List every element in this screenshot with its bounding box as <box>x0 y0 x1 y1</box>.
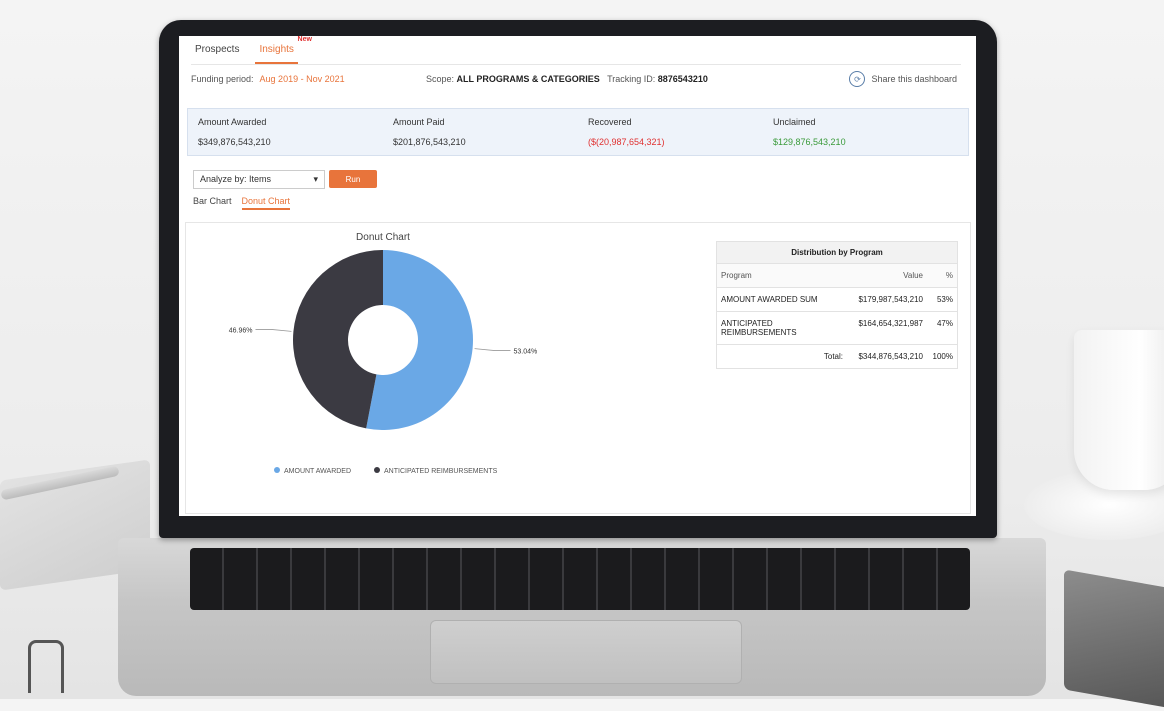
distribution-table: Distribution by Program Program Value % … <box>716 241 958 369</box>
table-cell: $179,987,543,210 <box>858 295 923 304</box>
chart-title: Donut Chart <box>356 232 410 243</box>
table-row: ANTICIPATED REIMBURSEMENTS $164,654,321,… <box>716 312 958 345</box>
summary-unclaimed: Unclaimed $129,876,543,210 <box>773 117 846 147</box>
scope-group: Scope: ALL PROGRAMS & CATEGORIES Trackin… <box>426 74 708 84</box>
data-label: 46.96% <box>229 327 253 334</box>
table-cell: ANTICIPATED REIMBURSEMENTS <box>721 319 797 337</box>
chevron-down-icon: ▾ <box>313 174 318 184</box>
table-cell: 100% <box>932 352 953 361</box>
tab-insights-label: Insights <box>259 44 294 55</box>
keyboard <box>190 548 970 610</box>
donut-slice[interactable] <box>293 250 383 429</box>
subtab-bar-chart[interactable]: Bar Chart <box>193 196 232 210</box>
table-cell: 47% <box>936 319 953 328</box>
leader-line <box>474 348 511 351</box>
summary-panel: Amount Awarded $349,876,543,210 Amount P… <box>187 108 969 156</box>
table-row: AMOUNT AWARDED SUM $179,987,543,210 53% <box>716 288 958 312</box>
share-group[interactable]: ⟳ Share this dashboard <box>849 71 957 87</box>
tracking-value: 8876543210 <box>657 74 708 84</box>
laptop-screen: Prospects Insights New Funding period: A… <box>179 36 976 516</box>
table-cell: $164,654,321,987 <box>858 319 923 328</box>
table-header-row: Program Value % <box>716 264 958 288</box>
legend-label[interactable]: AMOUNT AWARDED <box>284 468 351 475</box>
tracking-label: Tracking ID: <box>607 74 656 84</box>
new-badge: New <box>297 36 312 43</box>
scope-label: Scope: <box>426 74 455 84</box>
period-label: Funding period: <box>191 74 254 84</box>
summary-label: Amount Awarded <box>198 117 267 127</box>
notebook <box>1064 569 1164 711</box>
tab-prospects[interactable]: Prospects <box>191 40 243 64</box>
summary-recovered: Recovered ($(20,987,654,321) <box>588 117 665 147</box>
table-row: Total: $344,876,543,210 100% <box>716 345 958 369</box>
summary-value: ($(20,987,654,321) <box>588 137 665 147</box>
summary-label: Unclaimed <box>773 117 816 127</box>
summary-value: $129,876,543,210 <box>773 137 846 147</box>
summary-label: Recovered <box>588 117 632 127</box>
donut-chart: Donut Chart 53.04% 46.96% AMOUNT AWARDED ANT… <box>229 232 538 475</box>
share-icon[interactable]: ⟳ <box>849 71 866 87</box>
table-header: Program <box>721 271 752 280</box>
scope-value: ALL PROGRAMS & CATEGORIES <box>456 74 600 84</box>
table-cell: Total: <box>823 352 843 361</box>
filter-row: Funding period: Aug 2019 - Nov 2021 Scop… <box>191 71 961 87</box>
summary-label: Amount Paid <box>393 117 445 127</box>
binder-clip <box>28 640 64 693</box>
data-label: 53.04% <box>514 349 538 356</box>
legend-label[interactable]: ANTICIPATED REIMBURSEMENTS <box>384 468 498 475</box>
table-header: % <box>945 271 953 280</box>
analyze-select[interactable]: Analyze by: Items ▾ <box>193 170 325 189</box>
summary-awarded: Amount Awarded $349,876,543,210 <box>198 117 271 147</box>
top-tabs: Prospects Insights New <box>191 36 961 65</box>
chart-subtabs: Bar Chart Donut Chart <box>193 196 291 210</box>
summary-value: $201,876,543,210 <box>393 137 466 147</box>
legend-marker <box>274 467 280 473</box>
summary-paid: Amount Paid $201,876,543,210 <box>393 117 466 147</box>
analyze-select-value: Analyze by: Items <box>200 174 272 184</box>
share-label[interactable]: Share this dashboard <box>871 74 957 84</box>
subtab-donut-chart[interactable]: Donut Chart <box>241 196 291 210</box>
legend-marker <box>374 467 380 473</box>
leader-line <box>255 329 292 332</box>
table-cell: $344,876,543,210 <box>858 352 923 361</box>
analyze-control: Analyze by: Items ▾ <box>193 170 325 189</box>
table-cell: AMOUNT AWARDED SUM <box>721 295 818 304</box>
table-caption: Distribution by Program <box>716 241 958 264</box>
period-value-link[interactable]: Aug 2019 - Nov 2021 <box>260 74 345 84</box>
run-button[interactable]: Run <box>329 170 377 188</box>
table-cell: 53% <box>936 295 953 304</box>
table-header: Value <box>903 271 923 280</box>
trackpad <box>430 620 742 684</box>
summary-value: $349,876,543,210 <box>198 137 271 147</box>
coffee-cup <box>1074 330 1164 490</box>
tab-insights[interactable]: Insights New <box>255 36 312 64</box>
